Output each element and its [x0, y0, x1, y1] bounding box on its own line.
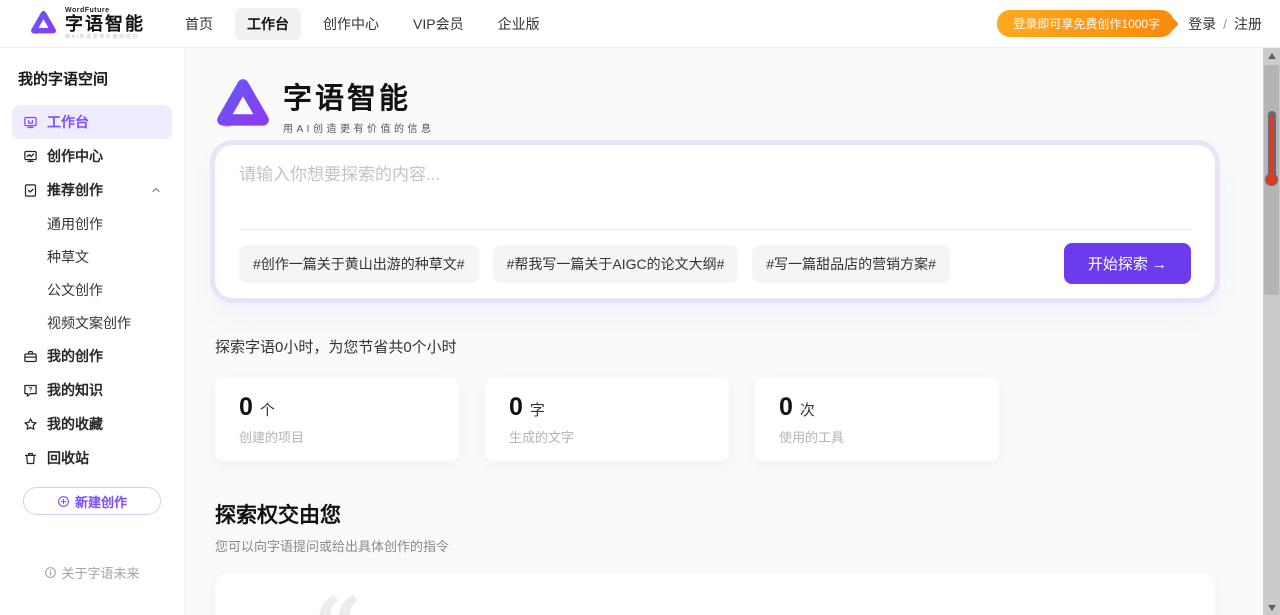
- sidebar-item-recycle-bin[interactable]: 回收站: [12, 441, 172, 475]
- search-input[interactable]: [239, 163, 1191, 229]
- qa-example-card: “ 字语智能是什么? 嘿，帮我创作一篇北京出游攻略: [215, 573, 1215, 615]
- sidebar-item-label: 我的创作: [47, 346, 103, 366]
- auth-links: 登录 / 注册: [1188, 14, 1262, 34]
- hero-title: 字语智能: [283, 75, 434, 117]
- stat-card-words: 0 字 生成的文字: [485, 378, 729, 461]
- sidebar-item-label: 我的收藏: [47, 414, 103, 434]
- sidebar-subitem-general[interactable]: 通用创作: [12, 207, 172, 240]
- sidebar: 我的字语空间 工作台 创作中心 推荐创作: [0, 48, 185, 615]
- about-link[interactable]: 关于字语未来: [0, 563, 184, 582]
- stat-label: 创建的项目: [239, 427, 435, 446]
- stat-value: 0: [239, 393, 253, 422]
- monitor-icon: [22, 114, 38, 130]
- stat-card-tools: 0 次 使用的工具: [755, 378, 999, 461]
- search-panel: #创作一篇关于黄山出游的种草文# #帮我写一篇关于AIGC的论文大纲# #写一篇…: [215, 145, 1215, 298]
- sidebar-item-recommended[interactable]: 推荐创作: [12, 173, 172, 207]
- stat-label: 生成的文字: [509, 427, 705, 446]
- sidebar-item-label: 我的知识: [47, 380, 103, 400]
- monitor-chart-icon: [22, 148, 38, 164]
- nav-workbench[interactable]: 工作台: [235, 8, 301, 40]
- info-circle-icon: [44, 566, 57, 579]
- top-nav: 首页 工作台 创作中心 VIP会员 企业版: [173, 8, 552, 40]
- stat-unit: 字: [530, 399, 545, 420]
- new-creation-button[interactable]: 新建创作: [23, 487, 161, 515]
- sidebar-heading: 我的字语空间: [12, 68, 172, 89]
- auth-separator: /: [1223, 16, 1227, 32]
- sidebar-item-label: 回收站: [47, 448, 89, 468]
- brand-logo[interactable]: WordFuture 字语智能 用AI创造更有价值的信息: [30, 7, 145, 40]
- sidebar-item-favorites[interactable]: 我的收藏: [12, 407, 172, 441]
- sidebar-item-creation-center[interactable]: 创作中心: [12, 139, 172, 173]
- chat-question-icon: ?: [22, 382, 38, 398]
- section-title: 探索权交由您: [215, 499, 1215, 529]
- stat-value: 0: [779, 393, 793, 422]
- stats-summary-line: 探索字语0小时，为您节省共0个小时: [215, 336, 1215, 357]
- main-content: 字语智能 用AI创造更有价值的信息 #创作一篇关于黄山出游的种草文# #帮我写一…: [185, 48, 1280, 615]
- page-scrollbar[interactable]: [1263, 48, 1280, 615]
- nav-vip[interactable]: VIP会员: [401, 8, 476, 40]
- suggestion-chips-row: #创作一篇关于黄山出游的种草文# #帮我写一篇关于AIGC的论文大纲# #写一篇…: [239, 229, 1191, 284]
- stat-card-projects: 0 个 创建的项目: [215, 378, 459, 461]
- promo-arrow-tip: [1166, 17, 1179, 30]
- chevron-up-icon[interactable]: [150, 184, 162, 196]
- suggestion-chip-aigc[interactable]: #帮我写一篇关于AIGC的论文大纲#: [493, 245, 739, 283]
- stat-cards-row: 0 个 创建的项目 0 字 生成的文字 0 次: [215, 378, 1215, 461]
- sidebar-item-label: 工作台: [47, 112, 89, 132]
- sidebar-subitem-video-copy[interactable]: 视频文案创作: [12, 306, 172, 339]
- suggestion-chip-huangshan[interactable]: #创作一篇关于黄山出游的种草文#: [239, 245, 479, 283]
- sidebar-subitem-official[interactable]: 公文创作: [12, 273, 172, 306]
- stat-label: 使用的工具: [779, 427, 975, 446]
- wordfuture-logo-icon: [30, 10, 57, 37]
- scrollbar-down-arrow[interactable]: [1263, 600, 1280, 615]
- thermometer-widget-icon[interactable]: [1266, 111, 1277, 199]
- quote-icon: “: [313, 587, 356, 615]
- hero-tagline: 用AI创造更有价值的信息: [283, 120, 434, 135]
- hero-brand: 字语智能 用AI创造更有价值的信息: [215, 75, 1215, 135]
- doc-check-icon: [22, 182, 38, 198]
- nav-creation-center[interactable]: 创作中心: [311, 8, 391, 40]
- svg-text:?: ?: [28, 386, 32, 393]
- promo-badge[interactable]: 登录即可享免费创作1000字: [997, 10, 1174, 37]
- trash-icon: [22, 450, 38, 466]
- brand-name: 字语智能: [65, 15, 145, 33]
- top-header: WordFuture 字语智能 用AI创造更有价值的信息 首页 工作台 创作中心…: [0, 0, 1280, 48]
- nav-enterprise[interactable]: 企业版: [486, 8, 552, 40]
- sidebar-subitem-seeding[interactable]: 种草文: [12, 240, 172, 273]
- star-icon: [22, 416, 38, 432]
- section-subtitle: 您可以向字语提问或给出具体创作的指令: [215, 536, 1215, 555]
- suggestion-chip-dessert[interactable]: #写一篇甜品店的营销方案#: [752, 245, 950, 283]
- stat-value: 0: [509, 393, 523, 422]
- start-explore-button[interactable]: 开始探索 →: [1064, 243, 1191, 284]
- sidebar-item-label: 创作中心: [47, 146, 103, 166]
- sidebar-item-label: 推荐创作: [47, 180, 103, 200]
- brand-tagline: 用AI创造更有价值的信息: [65, 35, 145, 40]
- briefcase-icon: [22, 348, 38, 364]
- scrollbar-up-arrow[interactable]: [1263, 48, 1280, 63]
- register-link[interactable]: 注册: [1234, 14, 1262, 34]
- wordfuture-logo-icon: [215, 77, 271, 133]
- sidebar-item-my-knowledge[interactable]: ? 我的知识: [12, 373, 172, 407]
- sidebar-item-workbench[interactable]: 工作台: [12, 105, 172, 139]
- nav-home[interactable]: 首页: [173, 8, 225, 40]
- sidebar-item-my-creations[interactable]: 我的创作: [12, 339, 172, 373]
- login-link[interactable]: 登录: [1188, 14, 1216, 34]
- stat-unit: 次: [800, 399, 815, 420]
- brand-super-title: WordFuture: [65, 7, 145, 14]
- stat-unit: 个: [260, 399, 275, 420]
- plus-circle-icon: [57, 495, 70, 508]
